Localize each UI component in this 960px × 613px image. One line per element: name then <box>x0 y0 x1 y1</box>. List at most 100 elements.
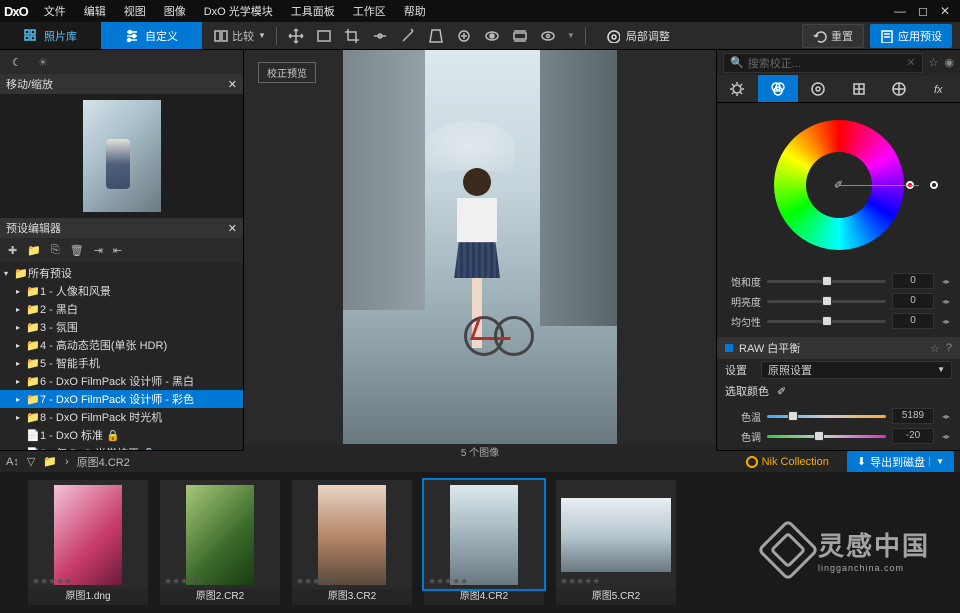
sort-icon[interactable]: A↕ <box>6 456 19 468</box>
apply-preset-button[interactable]: 应用预设 <box>870 24 952 48</box>
dropdown-icon[interactable]: ▼ <box>567 31 575 40</box>
image-viewport[interactable] <box>244 50 716 444</box>
delete-icon[interactable]: 🗑 <box>70 244 84 257</box>
filmstrip-item[interactable]: ★★★★★原图5.CR2 <box>556 480 676 605</box>
stepper-icon[interactable]: ◂▸ <box>940 297 952 306</box>
tree-row[interactable]: 📄1 - DxO 标准 🔒 <box>0 426 243 444</box>
menu-item[interactable]: 帮助 <box>396 1 434 21</box>
menu-item[interactable]: 工具面板 <box>283 1 343 21</box>
filmstrip-item[interactable]: ★★★★★原图3.CR2 <box>292 480 412 605</box>
redeye-tool[interactable] <box>483 27 501 45</box>
search-input[interactable]: 🔍 搜索校正... ✕ <box>723 53 923 73</box>
filter-icon[interactable]: ▽ <box>27 455 35 468</box>
eyedropper-icon[interactable]: ✐ <box>834 179 843 192</box>
preview-tool[interactable] <box>539 27 557 45</box>
navigator-thumbnail[interactable] <box>0 94 243 218</box>
repair-tool[interactable] <box>455 27 473 45</box>
perspective-tool[interactable] <box>427 27 445 45</box>
temp-value[interactable]: 5189 <box>892 408 934 424</box>
tree-row[interactable]: ▸📁1 - 人像和风景 <box>0 282 243 300</box>
tab-local[interactable] <box>879 75 920 101</box>
white-balance-header[interactable]: RAW 白平衡 ☆ ? <box>717 337 960 359</box>
new-folder-icon[interactable]: 📁 <box>27 244 41 257</box>
tree-row[interactable]: ▸📁6 - DxO FilmPack 设计师 - 黑白 <box>0 372 243 390</box>
miniature-tool[interactable] <box>511 27 529 45</box>
moon-icon[interactable]: ☾ <box>12 56 22 69</box>
rating-stars[interactable]: ★★★★★ <box>296 576 336 587</box>
crop-tool[interactable] <box>343 27 361 45</box>
eyedropper-icon[interactable]: ✐ <box>777 385 786 398</box>
menu-item[interactable]: 文件 <box>36 1 74 21</box>
temperature-slider[interactable]: 色温 5189 ◂▸ <box>725 406 952 426</box>
slider-track[interactable] <box>767 300 886 303</box>
local-adjustments-button[interactable]: 局部调整 <box>596 28 680 44</box>
star-icon[interactable]: ☆ <box>929 56 939 69</box>
minimize-button[interactable]: — <box>894 4 906 18</box>
export-icon[interactable]: ⇤ <box>113 244 122 257</box>
stepper-icon[interactable]: ◂▸ <box>940 412 952 421</box>
tab-custom[interactable]: 自定义 <box>101 22 202 49</box>
menu-item[interactable]: DxO 光学模块 <box>196 1 281 21</box>
menu-item[interactable]: 工作区 <box>345 1 394 21</box>
saturation-slider[interactable]: 饱和度 0 ◂▸ <box>725 271 952 291</box>
tint-value[interactable]: -20 <box>892 428 934 444</box>
move-tool[interactable] <box>287 27 305 45</box>
enable-toggle[interactable] <box>725 344 733 352</box>
luminance-slider[interactable]: 明亮度 0 ◂▸ <box>725 291 952 311</box>
tab-effects[interactable]: fx <box>920 75 960 101</box>
rating-stars[interactable]: ★★★★★ <box>560 576 600 587</box>
wand-tool[interactable] <box>399 27 417 45</box>
uniformity-slider[interactable]: 均匀性 0 ◂▸ <box>725 311 952 331</box>
rating-stars[interactable]: ★★★★★ <box>32 576 72 587</box>
tint-slider[interactable]: 色调 -20 ◂▸ <box>725 426 952 446</box>
tab-detail[interactable] <box>798 75 839 101</box>
tree-root[interactable]: ▾ 📁 所有预设 <box>0 264 243 282</box>
horizon-tool[interactable] <box>371 27 389 45</box>
tree-row[interactable]: ▸📁8 - DxO FilmPack 时光机 <box>0 408 243 426</box>
stepper-icon[interactable]: ◂▸ <box>940 432 952 441</box>
compare-toggle[interactable]: 比较 ▼ <box>214 28 266 44</box>
fit-tool[interactable] <box>315 27 333 45</box>
menu-item[interactable]: 编辑 <box>76 1 114 21</box>
export-button[interactable]: ⬇ 导出到磁盘 ▼ <box>847 451 954 473</box>
wheel-handle[interactable] <box>930 181 938 189</box>
tab-geometry[interactable] <box>839 75 880 101</box>
new-preset-icon[interactable]: ✚ <box>8 244 17 257</box>
luminance-value[interactable]: 0 <box>892 293 934 309</box>
sun-icon[interactable]: ☀ <box>38 56 48 69</box>
slider-track[interactable] <box>767 280 886 283</box>
star-icon[interactable]: ☆ <box>930 342 940 355</box>
panel-close-icon[interactable]: ✕ <box>228 78 237 91</box>
slider-track[interactable] <box>767 320 886 323</box>
wb-preset-combo[interactable]: 原照设置 ▼ <box>761 361 952 379</box>
rating-stars[interactable]: ★★★★★ <box>428 576 468 587</box>
tree-row[interactable]: ▸📁7 - DxO FilmPack 设计师 - 彩色 <box>0 390 243 408</box>
tab-library[interactable]: 照片库 <box>0 22 101 49</box>
panel-close-icon[interactable]: ✕ <box>228 222 237 235</box>
menu-item[interactable]: 图像 <box>156 1 194 21</box>
reset-button[interactable]: 重置 <box>802 24 864 48</box>
breadcrumb-current[interactable]: 原图4.CR2 <box>77 454 130 470</box>
nik-collection-button[interactable]: Nik Collection <box>736 456 839 468</box>
uniformity-value[interactable]: 0 <box>892 313 934 329</box>
maximize-button[interactable]: ◻ <box>918 4 928 18</box>
help-icon[interactable]: ? <box>946 342 952 354</box>
active-icon[interactable]: ◉ <box>944 56 954 69</box>
tree-row[interactable]: ▸📁5 - 智能手机 <box>0 354 243 372</box>
filmstrip-item[interactable]: ★★★★★原图1.dng <box>28 480 148 605</box>
tree-row[interactable]: 📄2 - 仅 DxO 光学校正 🔒 <box>0 444 243 450</box>
tree-row[interactable]: ▸📁4 - 高动态范围(单张 HDR) <box>0 336 243 354</box>
close-button[interactable]: ✕ <box>940 4 950 18</box>
stepper-icon[interactable]: ◂▸ <box>940 277 952 286</box>
clear-icon[interactable]: ✕ <box>906 56 915 69</box>
duplicate-icon[interactable]: ⎘ <box>51 244 60 257</box>
import-icon[interactable]: ⇥ <box>94 244 103 257</box>
slider-track[interactable] <box>767 415 886 418</box>
menu-item[interactable]: 视图 <box>116 1 154 21</box>
filmstrip-item[interactable]: ★★★★★原图4.CR2 <box>424 480 544 605</box>
tree-row[interactable]: ▸📁3 - 氛围 <box>0 318 243 336</box>
saturation-value[interactable]: 0 <box>892 273 934 289</box>
filmstrip-item[interactable]: ★★★★★原图2.CR2 <box>160 480 280 605</box>
stepper-icon[interactable]: ◂▸ <box>940 317 952 326</box>
tab-light[interactable] <box>717 75 758 101</box>
